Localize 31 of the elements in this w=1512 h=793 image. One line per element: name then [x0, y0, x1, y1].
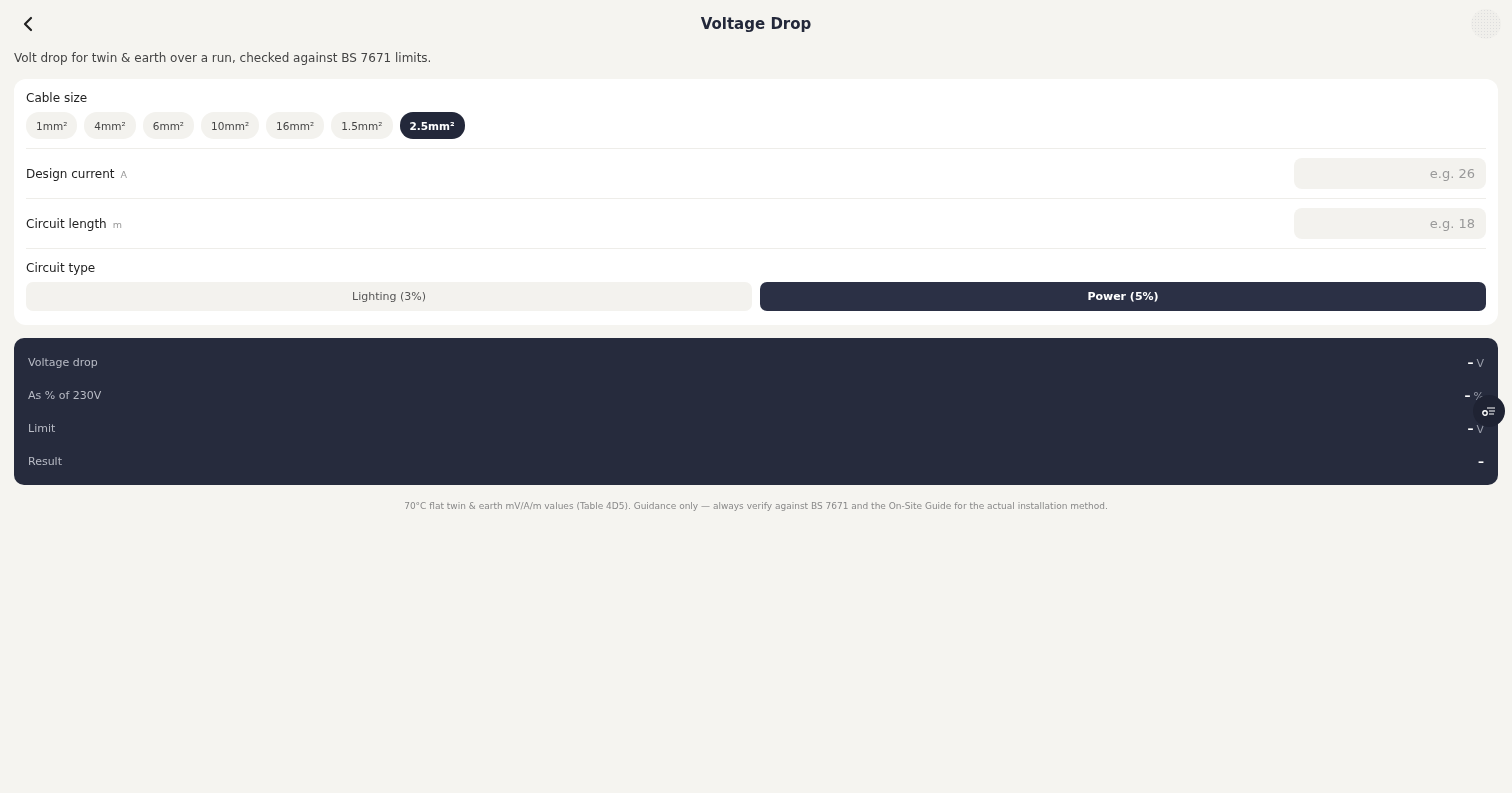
result-label: Voltage drop	[28, 356, 98, 369]
field-label: Circuit length	[26, 216, 107, 231]
size-chip[interactable]: 16mm²	[266, 112, 325, 139]
size-chip[interactable]: 6mm²	[142, 112, 195, 139]
result-unit: V	[1476, 356, 1484, 370]
size-chip[interactable]: 1.5mm²	[331, 112, 393, 139]
footnote: 70°C flat twin & earth mV/A/m values (Table 4D5). Guidance only — always verify against BS 7671 and the On-Site Guide for the actual installation method.	[403, 501, 1109, 511]
result-value: –	[1464, 388, 1471, 403]
circuit-type-option[interactable]: Lighting (3%)	[26, 282, 752, 311]
result-label: Result	[28, 455, 62, 468]
circuit-type-option[interactable]: Power (5%)	[760, 282, 1486, 311]
size-chip[interactable]: 10mm²	[201, 112, 260, 139]
result-label: Limit	[28, 422, 56, 435]
field-label: Design current	[26, 166, 115, 181]
size-chip[interactable]: 1mm²	[26, 112, 78, 139]
page-title: Voltage Drop	[700, 15, 812, 33]
input-field[interactable]: e.g. 18	[1294, 208, 1486, 239]
size-chip[interactable]: 2.5mm²	[399, 112, 465, 139]
settings-icon	[1482, 405, 1496, 417]
result-value: –	[1467, 421, 1474, 436]
result-value: –	[1478, 454, 1484, 469]
input-field[interactable]: e.g. 26	[1294, 158, 1486, 189]
description: Volt drop for twin & earth over a run, checked against BS 7671 limits.	[14, 51, 433, 65]
size-chip[interactable]: 4mm²	[84, 112, 136, 139]
result-value: –	[1467, 355, 1474, 370]
unit-label: A	[120, 168, 128, 180]
field-label: Circuit type	[26, 261, 97, 275]
unit-label: m	[112, 218, 122, 230]
result-unit: V	[1476, 422, 1484, 436]
result-label: As % of 230V	[28, 389, 102, 402]
field-label: Cable size	[26, 91, 89, 105]
